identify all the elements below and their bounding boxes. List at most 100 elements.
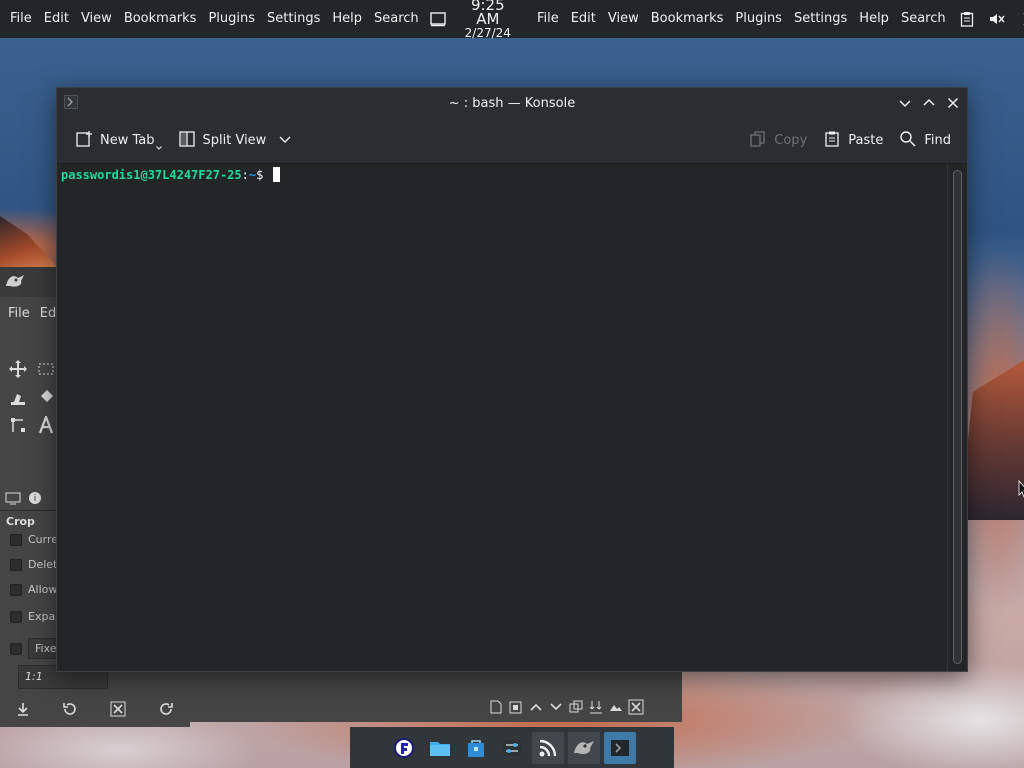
menu-plugins-2[interactable]: Plugins: [729, 0, 788, 38]
minimize-button[interactable]: [895, 92, 915, 114]
option-label: Allow: [28, 583, 58, 596]
top-panel: File Edit View Bookmarks Plugins Setting…: [0, 0, 1024, 40]
gimp-menu-edit[interactable]: Ed: [40, 306, 56, 321]
new-tab-button[interactable]: New Tab: [67, 125, 170, 157]
duplicate-layer-icon[interactable]: [568, 699, 584, 719]
global-menu-right: File Edit View Bookmarks Plugins Setting…: [531, 0, 952, 38]
mouse-pointer-icon: [1018, 479, 1024, 502]
konsole-titlebar[interactable]: ~ : bash — Konsole: [57, 88, 967, 118]
find-button[interactable]: Find: [891, 125, 959, 157]
clipboard-icon[interactable]: [952, 0, 982, 38]
scrollbar-thumb[interactable]: [953, 170, 962, 664]
restore-options-icon[interactable]: [62, 701, 78, 720]
gimp-icon[interactable]: [568, 731, 600, 764]
file-manager-icon[interactable]: [424, 732, 456, 764]
option-label: Delet: [28, 558, 58, 571]
menu-file[interactable]: File: [4, 0, 38, 38]
text-cursor: [272, 167, 280, 182]
rect-select-tool-icon[interactable]: [34, 357, 58, 381]
global-menu-left: File Edit View Bookmarks Plugins Setting…: [0, 0, 425, 38]
split-view-icon: [178, 130, 196, 152]
gimp-dock-tabs: i: [0, 489, 60, 511]
tool-options-tab-icon[interactable]: [4, 489, 22, 510]
volume-muted-icon[interactable]: [982, 0, 1012, 38]
menu-search[interactable]: Search: [368, 0, 425, 38]
option-expand-center[interactable]: Expa: [10, 610, 55, 623]
option-delete-pixels[interactable]: Delet: [10, 558, 57, 571]
new-layer-icon[interactable]: [488, 699, 504, 719]
terminal-area[interactable]: passwordis1@37L4247F27-25:~$: [57, 164, 949, 671]
device-status-tab-icon[interactable]: i: [26, 489, 44, 510]
search-icon: [899, 130, 917, 152]
checkbox[interactable]: [10, 558, 22, 571]
copy-button[interactable]: Copy: [741, 125, 815, 157]
new-layer-group-icon[interactable]: [508, 699, 524, 719]
chevron-up-icon: [923, 98, 935, 106]
gimp-dock-buttons: [0, 695, 190, 725]
terminal-scrollbar[interactable]: [947, 164, 967, 671]
new-tab-label: New Tab: [100, 133, 155, 148]
chevron-down-icon: [899, 100, 911, 108]
gimp-menu-file[interactable]: File: [8, 306, 30, 321]
rss-reader-icon[interactable]: [532, 731, 564, 764]
text-tool-icon[interactable]: [34, 413, 58, 437]
menu-help[interactable]: Help: [326, 0, 368, 38]
checkbox[interactable]: [10, 610, 22, 623]
show-desktop-icon[interactable]: [429, 0, 447, 38]
delete-options-icon[interactable]: [110, 701, 126, 720]
path-tool-icon[interactable]: [6, 413, 30, 437]
menu-settings[interactable]: Settings: [261, 0, 326, 38]
option-allow-growing[interactable]: Allow: [10, 583, 57, 596]
gimp-toolbox: [4, 355, 60, 439]
menu-file-2[interactable]: File: [531, 0, 565, 38]
checkbox[interactable]: [10, 583, 22, 596]
menu-view-2[interactable]: View: [602, 0, 645, 38]
menu-bookmarks[interactable]: Bookmarks: [118, 0, 203, 38]
merge-layer-icon[interactable]: [588, 699, 604, 719]
raise-layer-icon[interactable]: [528, 699, 544, 719]
lower-layer-icon[interactable]: [548, 699, 564, 719]
option-current-layer[interactable]: Curre: [10, 533, 58, 546]
menu-search-2[interactable]: Search: [895, 0, 952, 38]
expand-icon[interactable]: [1012, 0, 1024, 38]
clock-time: 9:25 AM: [470, 0, 505, 28]
copy-icon: [749, 130, 767, 152]
save-options-icon[interactable]: [16, 702, 30, 719]
menu-edit[interactable]: Edit: [38, 0, 75, 38]
taskbar: [350, 727, 674, 768]
move-tool-icon[interactable]: [6, 357, 30, 381]
system-tray: [952, 0, 1024, 38]
menu-plugins[interactable]: Plugins: [202, 0, 261, 38]
copy-label: Copy: [774, 133, 808, 148]
menu-edit-2[interactable]: Edit: [565, 0, 602, 38]
warp-tool-icon[interactable]: [6, 385, 30, 409]
system-settings-icon[interactable]: [496, 732, 528, 764]
checkbox[interactable]: [10, 642, 22, 655]
split-view-button[interactable]: Split View: [170, 125, 300, 157]
digital-clock[interactable]: 9:25 AM 2/27/24: [465, 0, 511, 40]
checkbox[interactable]: [10, 533, 22, 546]
find-label: Find: [924, 133, 951, 148]
konsole-icon[interactable]: [604, 731, 636, 764]
delete-layer-icon[interactable]: [628, 699, 644, 719]
layer-mask-icon[interactable]: [608, 699, 624, 719]
bucket-fill-tool-icon[interactable]: [34, 385, 58, 409]
option-label: Curre: [28, 533, 59, 546]
maximize-button[interactable]: [919, 92, 939, 114]
prompt-symbol: $: [256, 168, 264, 182]
menu-help-2[interactable]: Help: [853, 0, 895, 38]
app-launcher-icon[interactable]: [388, 732, 420, 764]
menu-bookmarks-2[interactable]: Bookmarks: [645, 0, 730, 38]
menu-settings-2[interactable]: Settings: [788, 0, 853, 38]
chevron-down-icon[interactable]: [279, 133, 291, 149]
konsole-window: ~ : bash — Konsole New Tab Split View Co…: [56, 87, 968, 672]
reset-options-icon[interactable]: [158, 701, 174, 720]
menu-view[interactable]: View: [75, 0, 118, 38]
paste-icon: [823, 130, 841, 152]
window-controls: [895, 92, 963, 114]
close-button[interactable]: [943, 92, 963, 114]
konsole-app-icon[interactable]: [63, 95, 79, 109]
svg-text:i: i: [34, 494, 37, 504]
paste-button[interactable]: Paste: [815, 125, 891, 157]
software-store-icon[interactable]: [460, 732, 492, 764]
